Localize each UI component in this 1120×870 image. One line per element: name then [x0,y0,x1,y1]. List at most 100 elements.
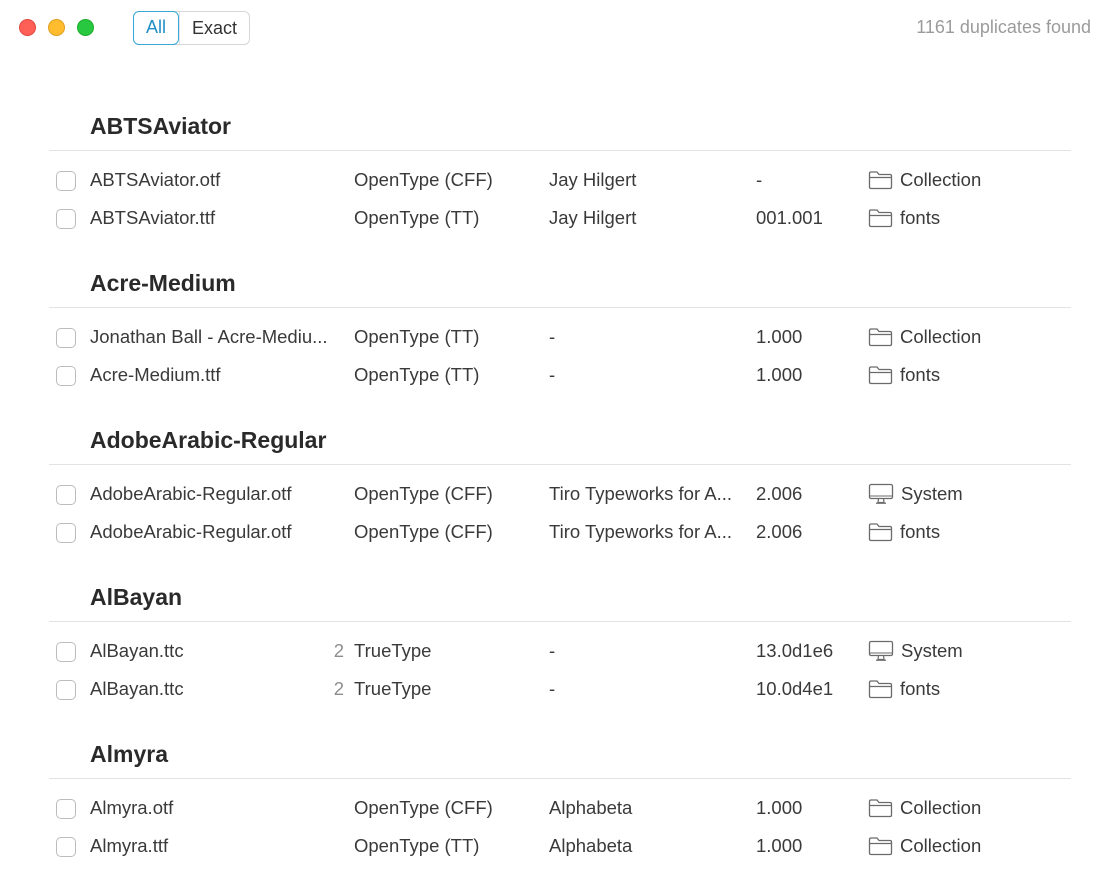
location-label: Collection [900,797,982,818]
group-title: ABTSAviator [90,113,231,139]
monitor-icon [868,483,901,505]
folder-icon [868,208,900,228]
select-checkbox[interactable] [56,485,76,505]
font-designer: Jay Hilgert [549,169,637,190]
font-format: TrueType [354,640,432,661]
select-checkbox[interactable] [56,799,76,819]
filter-exact-tab[interactable]: Exact [179,12,249,44]
location[interactable]: fonts [868,203,940,233]
group-title: AdobeArabic-Regular [90,427,327,453]
file-name: AlBayan.ttc [90,640,184,661]
location-label: Collection [900,326,982,347]
file-name: ABTSAviator.ttf [90,207,216,228]
font-version: 001.001 [756,207,823,228]
filter-segmented-control: All Exact [133,11,251,45]
font-row[interactable]: Jonathan Ball - Acre-Mediu... OpenType (T… [0,322,1120,352]
location-label: fonts [900,364,941,385]
group-divider [49,778,1071,779]
face-count: 2 [333,678,344,699]
face-count: 2 [333,640,344,661]
location[interactable]: fonts [868,360,940,390]
title-bar: All Exact 1161 duplicates found [0,0,1120,56]
location[interactable]: Collection [868,793,981,823]
location[interactable]: System [868,479,963,509]
file-name: AdobeArabic-Regular.otf [90,521,292,542]
select-checkbox[interactable] [56,328,76,348]
group-title: Almyra [90,741,168,767]
select-checkbox[interactable] [56,642,76,662]
font-version: 13.0d1e6 [756,640,834,661]
location-label: Collection [900,835,982,856]
location-label: fonts [900,521,941,542]
font-row[interactable]: Almyra.ttf OpenType (TT) Alphabeta 1.000 Col… [0,831,1120,861]
location[interactable]: System [868,636,963,666]
font-designer: Jay Hilgert [549,207,637,228]
group-divider [49,464,1071,465]
font-format: OpenType (TT) [354,835,480,856]
group-divider [49,307,1071,308]
font-designer: - [549,326,556,347]
file-name: AdobeArabic-Regular.otf [90,483,292,504]
font-version: 10.0d4e1 [756,678,834,699]
minimize-window-button[interactable] [48,19,65,36]
font-format: OpenType (CFF) [354,521,493,542]
font-row[interactable]: ABTSAviator.otf OpenType (CFF) Jay Hilgert… [0,165,1120,195]
filter-all-tab[interactable]: All [133,11,180,45]
folder-icon [868,798,900,818]
font-designer: - [549,364,556,385]
select-checkbox[interactable] [56,680,76,700]
location[interactable]: Collection [868,165,981,195]
file-name: Acre-Medium.ttf [90,364,221,385]
font-row[interactable]: AlBayan.ttc 2 TrueType - 13.0d1e6 System [0,636,1120,666]
font-version: 2.006 [756,521,803,542]
file-name: ABTSAviator.otf [90,169,221,190]
file-name: AlBayan.ttc [90,678,184,699]
font-designer: Alphabeta [549,835,633,856]
location-label: fonts [900,207,941,228]
location[interactable]: fonts [868,674,940,704]
font-format: TrueType [354,678,432,699]
location-label: Collection [900,169,982,190]
font-row[interactable]: ABTSAviator.ttf OpenType (TT) Jay Hilgert 0… [0,203,1120,233]
group-divider [49,621,1071,622]
file-name: Jonathan Ball - Acre-Mediu... [90,326,328,347]
location[interactable]: fonts [868,517,940,547]
font-format: OpenType (TT) [354,326,480,347]
font-version: 2.006 [756,483,803,504]
font-designer: - [549,678,556,699]
folder-icon [868,365,900,385]
location-label: System [901,483,963,504]
select-checkbox[interactable] [56,523,76,543]
location-label: System [901,640,963,661]
select-checkbox[interactable] [56,837,76,857]
select-checkbox[interactable] [56,171,76,191]
monitor-icon [868,640,901,662]
font-designer: - [549,640,556,661]
font-version: 1.000 [756,835,803,856]
location[interactable]: Collection [868,322,981,352]
font-format: OpenType (TT) [354,207,480,228]
location-label: fonts [900,678,941,699]
font-version: 1.000 [756,364,803,385]
font-designer: Tiro Typeworks for A... [549,521,733,542]
folder-icon [868,327,900,347]
font-row[interactable]: AdobeArabic-Regular.otf OpenType (CFF) Tir… [0,479,1120,509]
zoom-window-button[interactable] [77,19,94,36]
close-window-button[interactable] [19,19,36,36]
font-format: OpenType (TT) [354,364,480,385]
select-checkbox[interactable] [56,366,76,386]
font-format: OpenType (CFF) [354,797,493,818]
file-name: Almyra.otf [90,797,174,818]
font-row[interactable]: Almyra.otf OpenType (CFF) Alphabeta 1.000 Co… [0,793,1120,823]
select-checkbox[interactable] [56,209,76,229]
file-name: Almyra.ttf [90,835,169,856]
folder-icon [868,170,900,190]
font-row[interactable]: Acre-Medium.ttf OpenType (TT) - 1.000 fonts [0,360,1120,390]
font-row[interactable]: AdobeArabic-Regular.otf OpenType (CFF) Tir… [0,517,1120,547]
location[interactable]: Collection [868,831,981,861]
group-divider [49,150,1071,151]
duplicates-count: 1161 duplicates found [916,17,1091,37]
font-row[interactable]: AlBayan.ttc 2 TrueType - 10.0d4e1 fonts [0,674,1120,704]
font-designer: Tiro Typeworks for A... [549,483,733,504]
folder-icon [868,836,900,856]
